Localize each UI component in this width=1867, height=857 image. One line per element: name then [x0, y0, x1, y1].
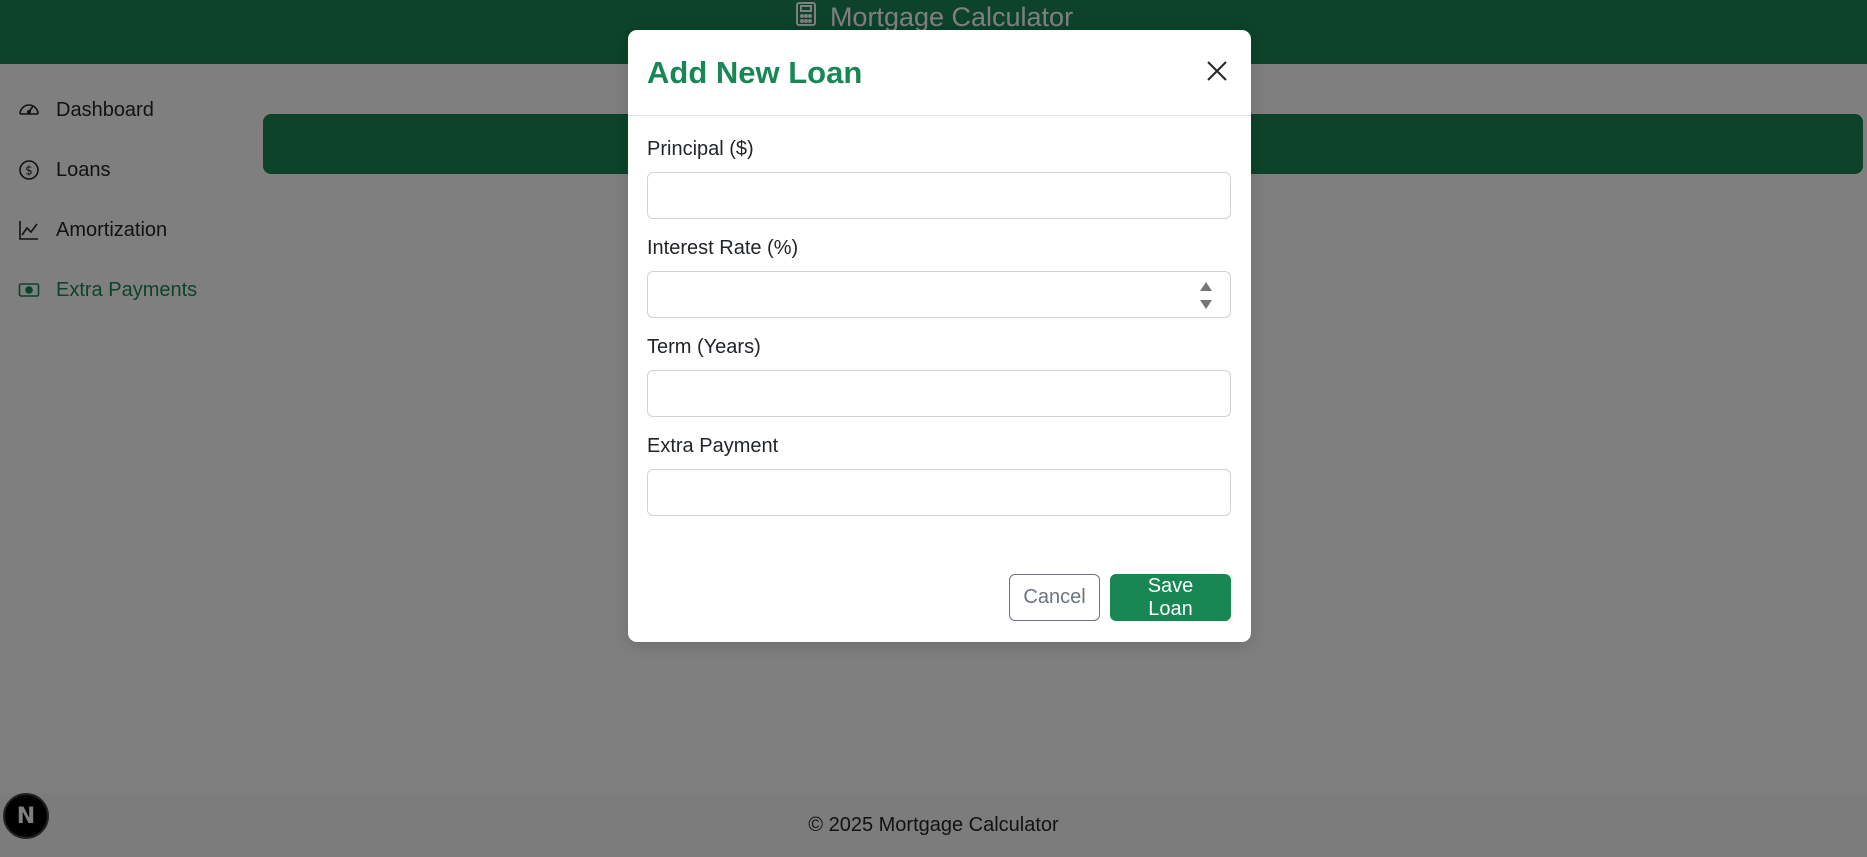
term-field-wrapper [647, 370, 1231, 417]
save-loan-button[interactable]: Save Loan [1110, 574, 1231, 621]
principal-input[interactable] [648, 173, 1230, 218]
term-group: Term (Years) [647, 336, 1232, 417]
interest-rate-field-wrapper [647, 271, 1231, 318]
extra-payment-input[interactable] [648, 470, 1230, 515]
close-button[interactable] [1202, 58, 1232, 88]
modal-body: Principal ($) Interest Rate (%) Term (Ye… [628, 116, 1251, 516]
extra-payment-field-wrapper [647, 469, 1231, 516]
spin-down-icon[interactable] [1200, 300, 1212, 309]
interest-rate-group: Interest Rate (%) [647, 237, 1232, 318]
spin-up-icon[interactable] [1200, 282, 1212, 291]
term-input[interactable] [648, 371, 1230, 416]
principal-label: Principal ($) [647, 138, 754, 160]
number-spinner[interactable] [1200, 282, 1212, 309]
modal-footer: Cancel Save Loan [1009, 574, 1231, 621]
extra-payment-group: Extra Payment [647, 435, 1232, 516]
principal-field-wrapper [647, 172, 1231, 219]
add-loan-modal: Add New Loan Principal ($) Interest Rate… [628, 30, 1251, 642]
interest-rate-input[interactable] [648, 272, 1230, 317]
interest-rate-label: Interest Rate (%) [647, 237, 799, 259]
close-icon [1205, 59, 1229, 86]
term-label: Term (Years) [647, 336, 761, 358]
modal-header: Add New Loan [628, 30, 1251, 116]
principal-group: Principal ($) [647, 138, 1232, 219]
cancel-button[interactable]: Cancel [1009, 574, 1100, 621]
extra-payment-label: Extra Payment [647, 435, 779, 457]
modal-title: Add New Loan [647, 54, 863, 90]
